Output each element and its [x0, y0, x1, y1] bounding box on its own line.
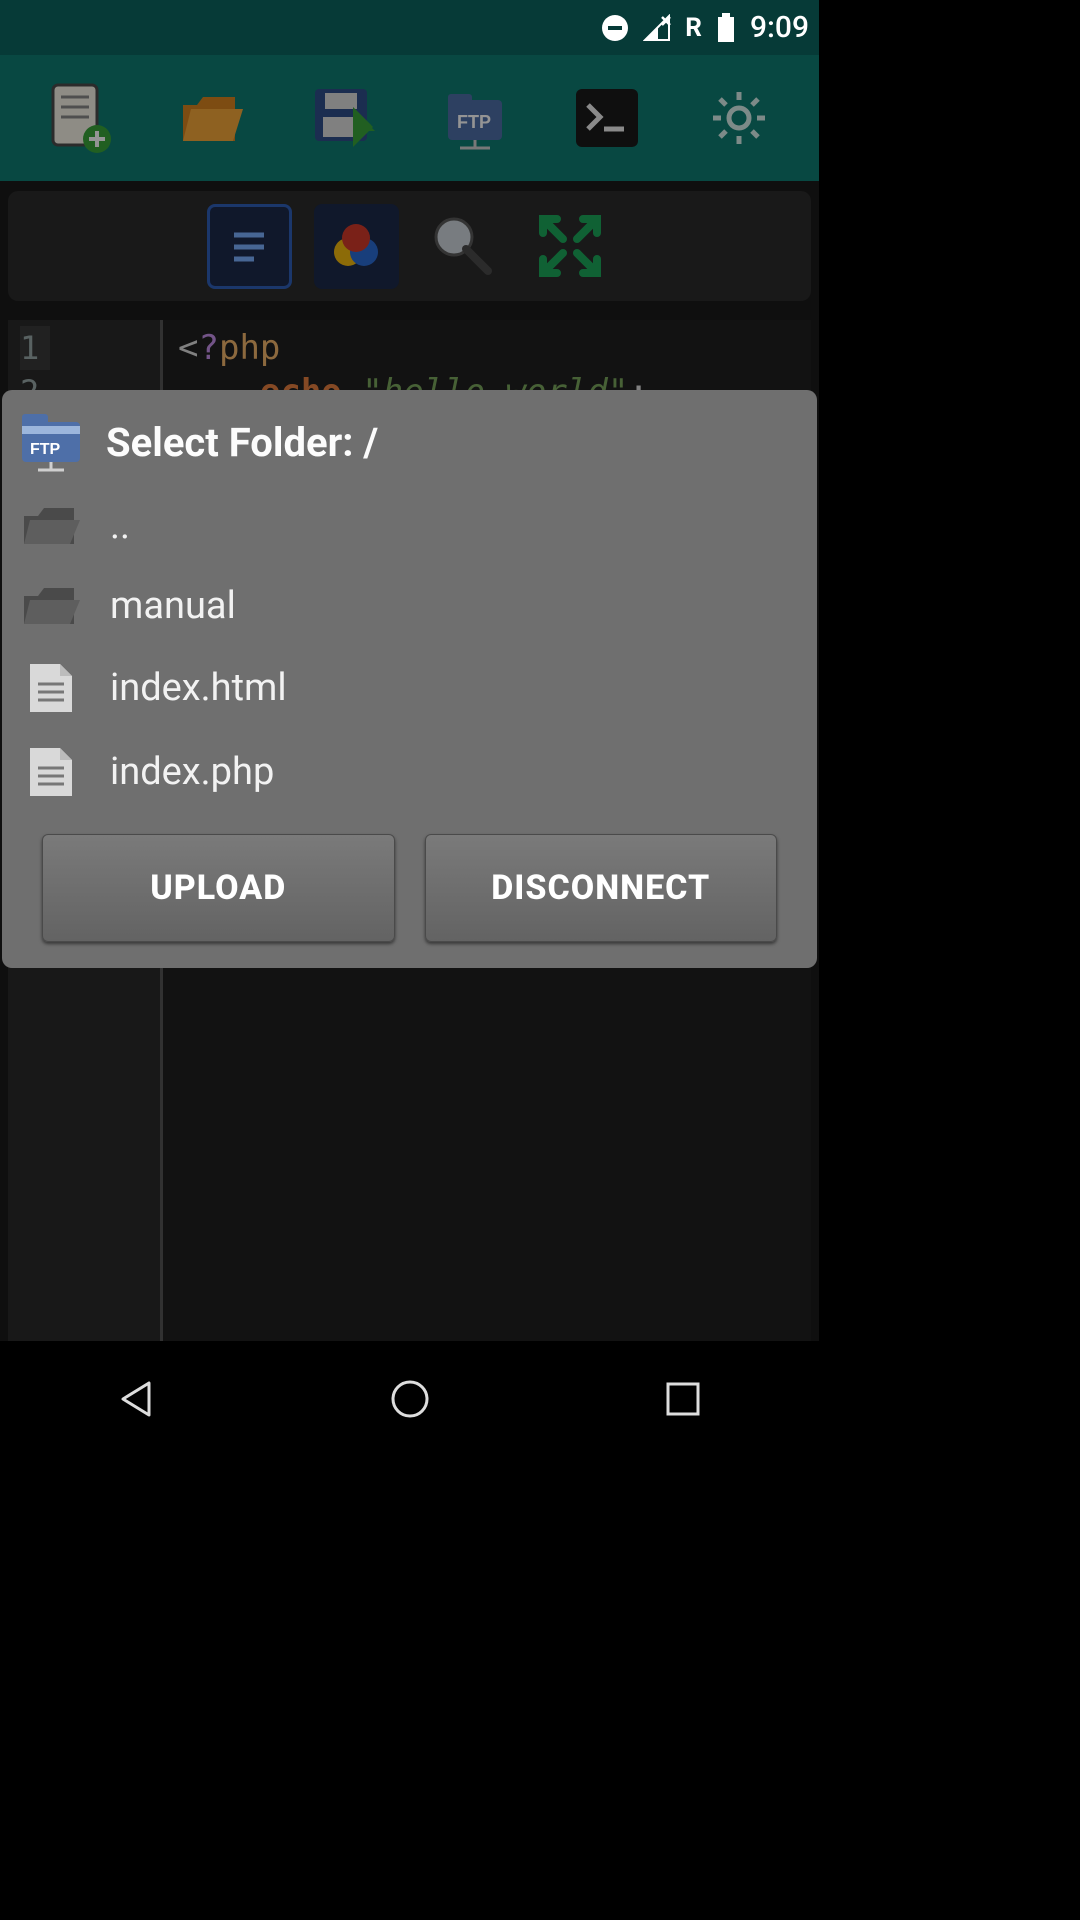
home-button[interactable] — [382, 1371, 438, 1427]
folder-list: .. manual index.html index.php — [2, 486, 817, 824]
list-item-label: .. — [110, 504, 130, 548]
dnd-icon — [601, 14, 629, 42]
folder-open-icon — [20, 500, 82, 552]
list-item-label: index.html — [110, 666, 287, 710]
signal-icon — [643, 14, 671, 42]
recents-button[interactable] — [655, 1371, 711, 1427]
list-item-label: index.php — [110, 750, 274, 794]
select-folder-dialog: FTP Select Folder: / .. manual index.htm… — [2, 390, 817, 968]
list-item[interactable]: index.html — [12, 646, 817, 730]
list-item[interactable]: index.php — [12, 730, 817, 814]
system-nav-bar — [0, 1341, 819, 1456]
file-icon — [20, 660, 82, 716]
list-item[interactable]: .. — [12, 486, 817, 566]
back-button[interactable] — [109, 1371, 165, 1427]
status-bar: R 9:09 — [0, 0, 819, 55]
clock-label: 9:09 — [750, 10, 809, 45]
network-type-label: R — [685, 13, 702, 43]
battery-icon — [716, 13, 736, 43]
ftp-folder-icon: FTP — [16, 408, 86, 476]
dialog-title: Select Folder: / — [106, 419, 378, 466]
list-item[interactable]: manual — [12, 566, 817, 646]
folder-icon — [20, 580, 82, 632]
svg-text:FTP: FTP — [30, 441, 61, 458]
list-item-label: manual — [110, 584, 236, 628]
disconnect-button[interactable]: DISCONNECT — [425, 834, 778, 942]
upload-button[interactable]: UPLOAD — [42, 834, 395, 942]
file-icon — [20, 744, 82, 800]
